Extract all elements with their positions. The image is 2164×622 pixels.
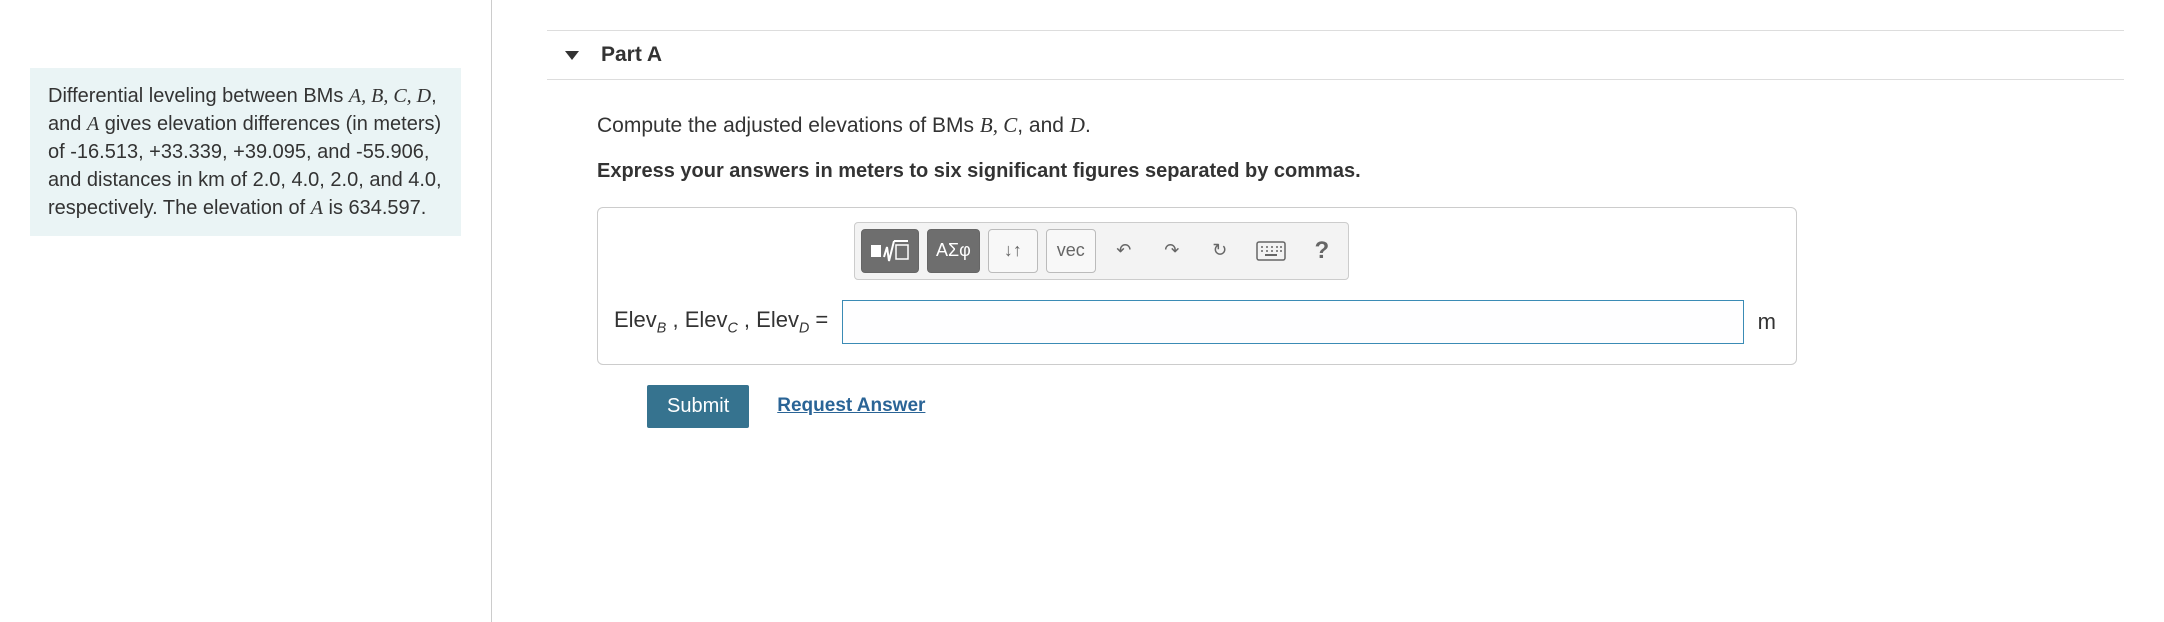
- q1: Compute the adjusted elevations of BMs: [597, 114, 980, 137]
- problem-column: Differential leveling between BMs A, B, …: [0, 0, 492, 622]
- redo-button[interactable]: ↷: [1152, 229, 1192, 273]
- request-answer-link[interactable]: Request Answer: [777, 395, 925, 417]
- caret-down-icon: [565, 51, 579, 60]
- subscript-button[interactable]: ↓↑: [988, 229, 1038, 273]
- unit-label: m: [1758, 309, 1780, 335]
- formula-toolbar: ΑΣφ ↓↑ vec ↶ ↷ ↻ ?: [854, 222, 1349, 280]
- keyboard-button[interactable]: [1248, 229, 1294, 273]
- undo-button[interactable]: ↶: [1104, 229, 1144, 273]
- unit-km: km: [198, 169, 225, 191]
- sub-c: C: [727, 320, 737, 336]
- eq: =: [809, 307, 828, 332]
- sub-b: B: [657, 320, 667, 336]
- letter-a2: A: [311, 197, 323, 219]
- elev-c: Elev: [685, 307, 728, 332]
- vec-button[interactable]: vec: [1046, 229, 1096, 273]
- help-button[interactable]: ?: [1302, 229, 1342, 273]
- part-a-header[interactable]: Part A: [547, 30, 2124, 80]
- submit-button[interactable]: Submit: [647, 385, 749, 428]
- t5: is 634.597.: [323, 197, 426, 219]
- instruction-text: Express your answers in meters to six si…: [597, 160, 2124, 183]
- q2: , and: [1017, 114, 1070, 137]
- letters-abcd: A, B, C, D: [349, 85, 431, 107]
- sub-d: D: [799, 320, 809, 336]
- template-icon: [870, 237, 910, 265]
- page-container: Differential leveling between BMs A, B, …: [0, 0, 2164, 622]
- q3: .: [1085, 114, 1091, 137]
- elev-d: Elev: [756, 307, 799, 332]
- input-row: ElevB , ElevC , ElevD = m: [614, 300, 1780, 344]
- answer-column: Part A Compute the adjusted elevations o…: [492, 0, 2164, 622]
- part-title: Part A: [601, 43, 662, 67]
- variables-label: ElevB , ElevC , ElevD =: [614, 307, 828, 336]
- t1: Differential leveling between BMs: [48, 85, 349, 107]
- answer-area: ΑΣφ ↓↑ vec ↶ ↷ ↻ ?: [597, 207, 1797, 365]
- q-letters: B, C: [980, 113, 1017, 137]
- button-row: Submit Request Answer: [647, 385, 2124, 428]
- answer-input[interactable]: [842, 300, 1743, 344]
- q-d: D: [1070, 113, 1085, 137]
- template-button[interactable]: [861, 229, 919, 273]
- problem-statement: Differential leveling between BMs A, B, …: [30, 68, 461, 236]
- part-body: Compute the adjusted elevations of BMs B…: [547, 80, 2124, 428]
- letter-a: A: [87, 113, 99, 135]
- keyboard-icon: [1256, 241, 1286, 261]
- elev-b: Elev: [614, 307, 657, 332]
- reset-button[interactable]: ↻: [1200, 229, 1240, 273]
- greek-button[interactable]: ΑΣφ: [927, 229, 980, 273]
- question-text: Compute the adjusted elevations of BMs B…: [597, 110, 2124, 142]
